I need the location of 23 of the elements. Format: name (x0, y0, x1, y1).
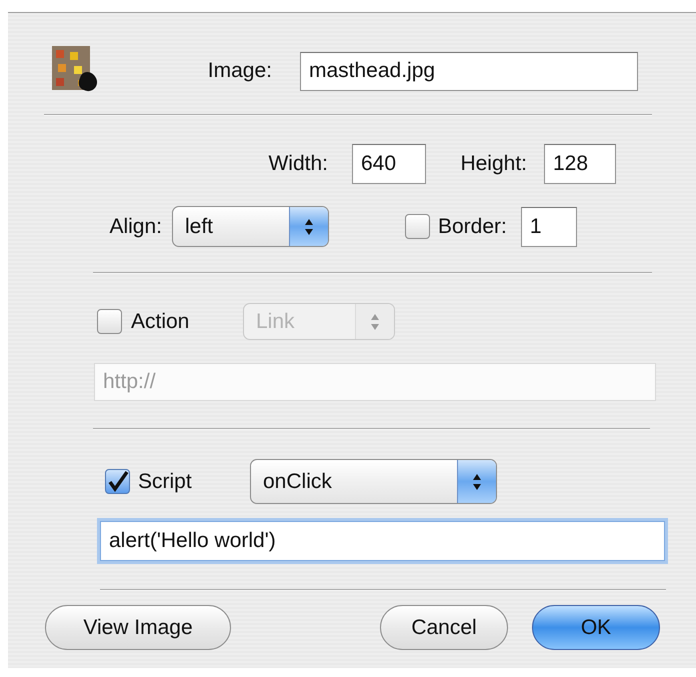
border-checkbox[interactable] (405, 214, 430, 239)
action-checkbox[interactable] (97, 309, 122, 334)
event-dropdown[interactable]: onClick (250, 459, 497, 504)
up-down-arrows-icon (370, 312, 380, 330)
width-field[interactable]: 640 (352, 144, 426, 184)
border-field[interactable]: 1 (520, 206, 577, 246)
align-label: Align: (108, 214, 162, 238)
script-field[interactable]: alert('Hello world') (100, 521, 665, 561)
height-field[interactable]: 128 (544, 144, 616, 184)
border-label: Border: (438, 214, 507, 238)
dialog-button[interactable]: OK (532, 605, 660, 650)
dialog-button[interactable]: Cancel (380, 605, 508, 650)
dialog-button[interactable]: View Image (45, 605, 231, 650)
width-label: Width: (267, 152, 328, 176)
height-label: Height: (459, 152, 528, 176)
image-field[interactable]: masthead.jpg (300, 52, 638, 90)
up-down-arrows-icon (472, 472, 482, 490)
image-label: Image: (206, 59, 272, 83)
action-label: Action (131, 310, 190, 334)
up-down-arrows-icon (304, 218, 314, 236)
align-dropdown[interactable]: left (172, 206, 329, 247)
script-checkbox[interactable] (105, 469, 130, 494)
script-label: Script (138, 470, 193, 494)
